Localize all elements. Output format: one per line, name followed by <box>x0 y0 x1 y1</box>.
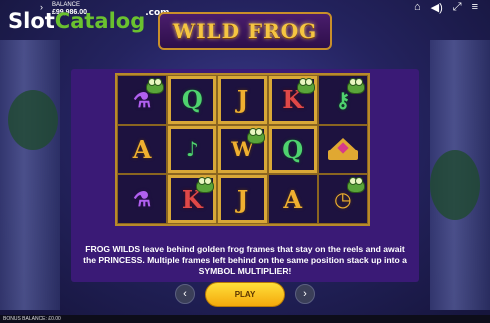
reel-grid: ⚗ Q J K ⚷ A ♪ W Q ⚗ K J A ◷ <box>115 73 370 226</box>
gem-icon <box>337 142 349 155</box>
crown-icon <box>327 138 358 161</box>
next-page-button[interactable]: › <box>295 284 315 304</box>
feature-description: FROG WILDS leave behind golden frog fram… <box>83 244 407 276</box>
reel-cell: ◷ <box>317 174 368 224</box>
menu-icon[interactable]: ≡ <box>472 1 478 14</box>
symbol-q: Q <box>282 134 304 164</box>
symbol-a: A <box>132 134 152 164</box>
potion-icon: ⚗ <box>133 187 152 212</box>
frog-icon <box>347 177 365 194</box>
reel-cell: Q <box>167 75 218 125</box>
bonus-balance: BONUS BALANCE: £0.00 <box>3 316 61 322</box>
bottom-status-bar <box>0 315 490 323</box>
hud-icon-bar: ⌂ ◀) ⤢ ≡ <box>414 1 478 14</box>
symbol-j: J <box>236 184 249 214</box>
reel-cell <box>317 124 368 175</box>
reel-cell: ⚷ <box>317 75 368 125</box>
reel-cell: ⚗ <box>117 174 168 224</box>
game-title-banner: WILD FROG <box>158 12 332 50</box>
play-button[interactable]: PLAY <box>205 282 285 307</box>
reel-cell: A <box>117 124 168 175</box>
frog-icon <box>146 78 165 94</box>
reel-cell: A <box>267 174 318 224</box>
foliage-decoration <box>430 150 480 220</box>
reel-cell: K <box>167 174 218 224</box>
reel-cell: W <box>217 124 268 175</box>
frog-icon <box>246 127 265 144</box>
reel-cell: Q <box>267 124 318 175</box>
balance-label: BALANCE <box>52 2 81 8</box>
lute-icon: ♪ <box>185 137 199 162</box>
symbol-a: A <box>283 184 302 214</box>
frog-icon <box>347 78 365 94</box>
sound-icon[interactable]: ◀) <box>431 1 443 14</box>
prev-page-button[interactable]: ‹ <box>175 284 195 304</box>
fullscreen-icon[interactable]: ⤢ <box>453 1 462 14</box>
symbol-q: Q <box>181 85 203 115</box>
reel-cell: ⚗ <box>117 75 168 125</box>
frog-icon <box>196 177 215 194</box>
slotcatalog-watermark: SlotCatalog.com <box>8 8 170 33</box>
reel-cell: ♪ <box>167 124 218 175</box>
game-title: WILD FROG <box>172 19 318 43</box>
reel-cell: K <box>267 75 318 125</box>
reel-cell: J <box>217 75 268 125</box>
watermark-catalog: Catalog <box>54 9 146 33</box>
home-icon[interactable]: ⌂ <box>414 1 421 14</box>
reel-cell: J <box>217 174 268 224</box>
foliage-decoration <box>8 90 58 150</box>
frog-icon <box>296 78 315 94</box>
symbol-j: J <box>236 85 249 115</box>
castle-pillar-left <box>0 40 60 310</box>
watermark-slot: Slot <box>8 9 55 33</box>
